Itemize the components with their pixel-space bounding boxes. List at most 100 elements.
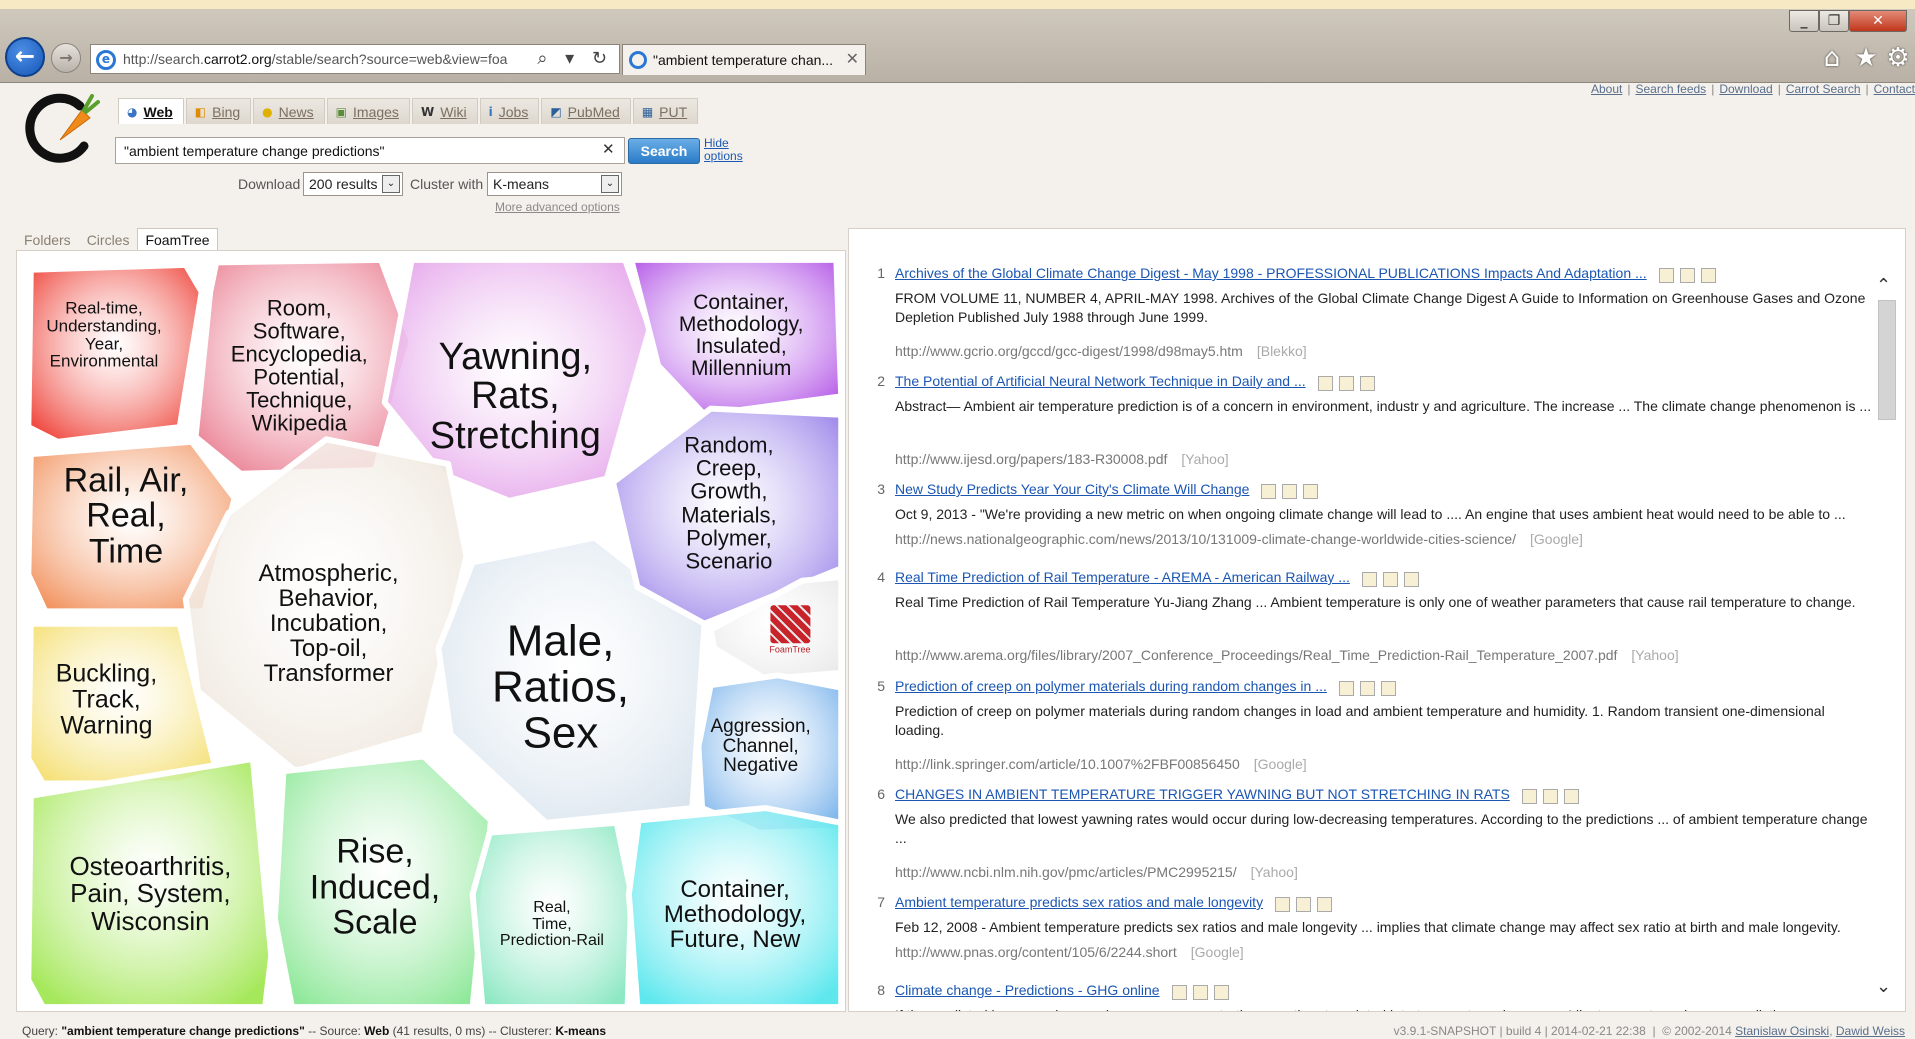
result-title-link[interactable]: Prediction of creep on polymer materials… [895,678,1396,696]
cluster-icon[interactable] [1261,483,1277,499]
back-button[interactable]: ← [5,37,45,77]
result-title-link[interactable]: New Study Predicts Year Your City's Clim… [895,481,1319,499]
source-tab-label: Wiki [440,103,467,120]
cluster-icon[interactable] [1658,267,1674,283]
tab-wiki[interactable]: W Wiki [411,98,478,124]
author-link[interactable]: Stanislaw Osinski [1735,1024,1829,1038]
browser-tab[interactable]: "ambient temperature chan... ✕ [622,44,866,75]
result-source: [Yahoo] [1181,451,1229,467]
maximize-button[interactable]: ❐ [1819,10,1849,32]
close-window-button[interactable]: ✕ [1849,10,1907,32]
new-window-icon[interactable] [1542,788,1558,804]
result-action-icons [1653,267,1716,283]
tab-foamtree[interactable]: FoamTree [137,228,218,250]
search-input[interactable]: "ambient temperature change predictions" [115,137,625,164]
cluster-label: Cluster with [410,176,484,192]
scroll-up-arrow-icon[interactable]: ⌃ [1876,275,1891,296]
result-number: 4 [877,569,885,585]
foamtree-cell-label: Buckling, Track, Warning [55,659,158,741]
result-title-text: The Potential of Artificial Neural Netwo… [895,373,1306,389]
preview-icon[interactable] [1317,896,1333,912]
address-bar[interactable]: e http://search.carrot2.org/stable/searc… [90,44,620,74]
address-tools-icons[interactable]: ⌕ ▾ ↻ [537,48,613,69]
tab-images[interactable]: ▣ Images [326,98,410,124]
result-action-icons [1516,788,1579,804]
result-title-link[interactable]: Archives of the Global Climate Change Di… [895,265,1716,283]
result-title-link[interactable]: Ambient temperature predicts sex ratios … [895,894,1333,912]
preview-icon[interactable] [1563,788,1579,804]
top-link[interactable]: Download [1719,82,1772,96]
view-tabs: Folders Circles FoamTree [16,228,218,250]
source-tab-label: News [278,103,314,120]
result-title-text: Real Time Prediction of Rail Temperature… [895,569,1350,585]
preview-icon[interactable] [1380,680,1396,696]
result-title-link[interactable]: Real Time Prediction of Rail Temperature… [895,569,1419,587]
result-url: http://www.pnas.org/content/105/6/2244.s… [895,944,1244,960]
ie-page-icon: e [96,50,116,70]
tab-bing[interactable]: ◧ Bing [185,98,252,124]
forward-button[interactable]: → [51,43,81,73]
new-window-icon[interactable] [1382,571,1398,587]
cluster-icon[interactable] [1275,896,1291,912]
clear-query-icon[interactable]: ✕ [602,140,615,158]
new-window-icon[interactable] [1192,984,1208,1000]
result-title-link[interactable]: The Potential of Artificial Neural Netwo… [895,373,1375,391]
hide-options-link[interactable]: Hide options [704,137,750,163]
search-button[interactable]: Search [628,138,700,164]
cluster-icon[interactable] [1338,680,1354,696]
gear-icon[interactable]: ⚙ [1884,44,1912,72]
cluster-icon[interactable] [1317,375,1333,391]
foamtree-visualization[interactable]: Real-time, Understanding, Year, Environm… [16,250,846,1012]
favorites-star-icon[interactable]: ★ [1852,44,1880,72]
top-link[interactable]: Carrot Search [1786,82,1861,96]
result-snippet: Abstract— Ambient air temperature predic… [895,398,1872,414]
new-window-icon[interactable] [1338,375,1354,391]
top-link[interactable]: Search feeds [1635,82,1706,96]
carrot2-logo[interactable] [22,88,102,166]
source-tab-label: PubMed [567,103,620,120]
result-action-icons [1166,984,1229,1000]
cluster-icon[interactable] [1361,571,1377,587]
new-window-icon[interactable] [1282,483,1298,499]
new-window-icon[interactable] [1679,267,1695,283]
tab-circles[interactable]: Circles [79,228,138,250]
source-tab-label: Web [143,103,173,120]
new-window-icon[interactable] [1296,896,1312,912]
preview-icon[interactable] [1700,267,1716,283]
tab-jobs[interactable]: i Jobs [479,98,540,124]
preview-icon[interactable] [1213,984,1229,1000]
foamtree-cell-label: Atmospheric, Behavior, Incubation, Top-o… [258,559,399,688]
scroll-down-arrow-icon[interactable]: ⌄ [1876,976,1891,997]
more-advanced-options-link[interactable]: More advanced options [495,200,620,214]
preview-icon[interactable] [1403,571,1419,587]
foamtree-cell-label: Container, Methodology, Future, New [663,876,807,954]
cluster-select[interactable]: K-means ⌄ [487,172,622,196]
result-number: 8 [877,982,885,998]
cluster-icon[interactable] [1171,984,1187,1000]
top-link[interactable]: About [1591,82,1622,96]
minimize-button[interactable]: _ [1789,10,1819,32]
result-title-link[interactable]: CHANGES IN AMBIENT TEMPERATURE TRIGGER Y… [895,786,1579,804]
tab-put[interactable]: ▦ PUT [632,98,699,124]
preview-icon[interactable] [1359,375,1375,391]
new-window-icon[interactable] [1359,680,1375,696]
result-url: http://link.springer.com/article/10.1007… [895,756,1307,772]
download-select[interactable]: 200 results ⌄ [303,172,403,196]
tab-folders[interactable]: Folders [16,228,79,250]
tab-web[interactable]: ◕ Web [118,98,184,124]
result-snippet: We also predicted that lowest yawning ra… [895,811,1868,846]
result-title-link[interactable]: Climate change - Predictions - GHG onlin… [895,982,1229,1000]
result-source: [Google] [1190,944,1244,960]
top-link[interactable]: Contact [1874,82,1915,96]
scrollbar-thumb[interactable] [1878,300,1896,420]
result-number: 6 [877,786,885,802]
home-icon[interactable]: ⌂ [1818,44,1846,72]
preview-icon[interactable] [1303,483,1319,499]
cluster-icon[interactable] [1521,788,1537,804]
tab-pubmed[interactable]: ◩ PubMed [541,98,631,124]
tab-close-icon[interactable]: ✕ [846,49,859,68]
address-url[interactable]: http://search.carrot2.org/stable/search?… [123,51,523,67]
tab-news[interactable]: ● News [253,98,325,124]
result-source: [Google] [1253,756,1307,772]
author-link[interactable]: Dawid Weiss [1836,1024,1905,1038]
